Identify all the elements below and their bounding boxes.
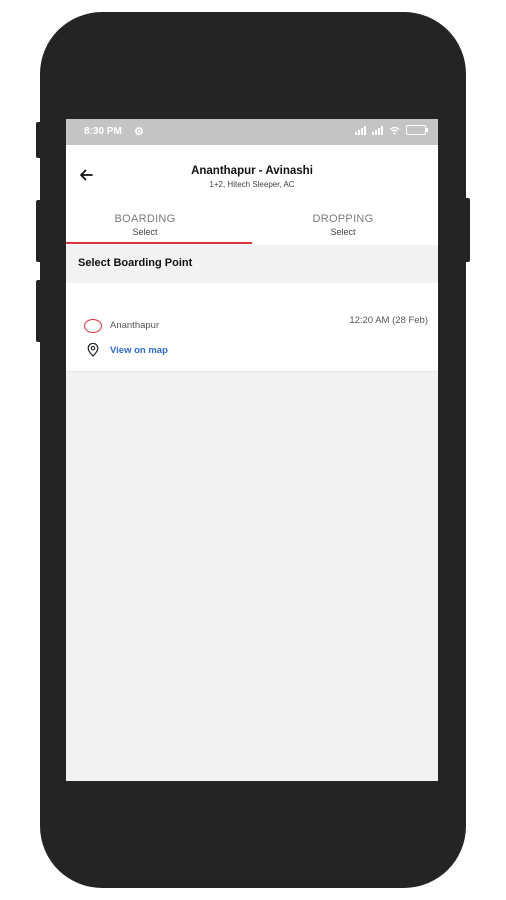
active-tab-indicator [66, 242, 252, 244]
route-subtitle: 1+2, Hitech Sleeper, AC [209, 180, 295, 189]
tab-boarding[interactable]: BOARDING Select [66, 211, 252, 245]
boarding-point-time: 12:20 AM (28 Feb) [349, 315, 428, 326]
status-time: 8:30 PM [84, 126, 122, 137]
signal-icon [372, 125, 383, 135]
battery-icon [406, 125, 428, 135]
settings-status-icon: ⚙ [134, 126, 144, 138]
boarding-point-name: Ananthapur [110, 320, 160, 331]
side-button [36, 122, 44, 158]
power-button [462, 198, 470, 262]
tab-boarding-sub: Select [132, 227, 158, 237]
volume-up-button [36, 200, 44, 262]
tab-dropping-sub: Select [330, 227, 356, 237]
wifi-icon [389, 126, 400, 135]
section-title: Select Boarding Point [78, 257, 193, 269]
status-bar: 8:30 PM ⚙ [66, 119, 438, 145]
boarding-point-item[interactable]: Ananthapur 12:20 AM (28 Feb) View on map [66, 283, 438, 372]
volume-down-button [36, 280, 44, 342]
radio-unchecked-icon[interactable] [84, 319, 102, 333]
view-on-map-link[interactable]: View on map [110, 345, 168, 356]
map-pin-icon [87, 343, 99, 357]
tab-dropping-label: DROPPING [312, 213, 374, 225]
status-icons [355, 125, 428, 135]
route-title: Ananthapur - Avinashi [191, 165, 313, 177]
tab-boarding-label: BOARDING [114, 213, 176, 225]
tab-dropping[interactable]: DROPPING Select [252, 211, 438, 245]
section-header: Select Boarding Point [66, 245, 438, 283]
signal-icon [355, 125, 366, 135]
app-header: Ananthapur - Avinashi 1+2, Hitech Sleepe… [66, 145, 438, 245]
app-screen: 8:30 PM ⚙ Ananthapur - Avinashi 1+2, Hit… [66, 119, 438, 781]
